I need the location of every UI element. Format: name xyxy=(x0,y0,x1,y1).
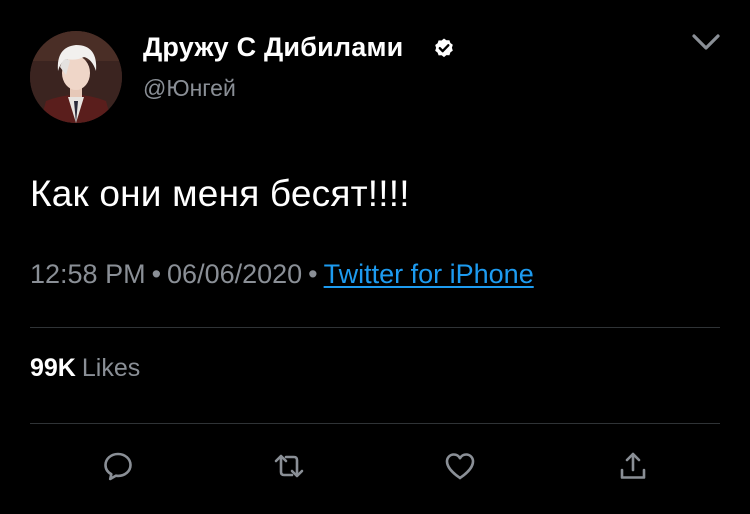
retweet-icon xyxy=(274,454,304,478)
share-icon xyxy=(620,452,646,479)
tweet-text: Как они меня бесят!!!! xyxy=(30,173,410,214)
divider xyxy=(30,423,720,424)
tweet-time: 12:58 PM xyxy=(30,259,146,289)
likes-count: 99K xyxy=(30,354,76,382)
meta-separator: • xyxy=(151,259,162,289)
verified-badge-icon xyxy=(435,38,453,58)
avatar-image xyxy=(30,31,122,123)
tweet-date: 06/06/2020 xyxy=(167,259,303,289)
like-button[interactable] xyxy=(442,448,478,484)
tweet-meta: 12:58 PM • 06/06/2020 • Twitter for iPhone xyxy=(30,259,534,290)
likes-label: Likes xyxy=(81,354,141,382)
tweet-detail: Дружу С Дибилами @Юнгей Как они меня бес… xyxy=(0,0,750,514)
likes-stat[interactable]: 99K Likes xyxy=(30,354,140,383)
heart-icon xyxy=(445,453,475,480)
reply-button[interactable] xyxy=(100,448,136,484)
share-button[interactable] xyxy=(615,448,651,484)
display-name[interactable]: Дружу С Дибилами xyxy=(143,32,403,63)
user-handle[interactable]: @Юнгей xyxy=(143,75,236,102)
chevron-down-icon[interactable] xyxy=(688,28,724,56)
retweet-button[interactable] xyxy=(271,448,307,484)
divider xyxy=(30,327,720,328)
meta-separator: • xyxy=(308,259,318,289)
avatar[interactable] xyxy=(30,31,122,123)
tweet-source-link[interactable]: Twitter for iPhone xyxy=(324,259,534,289)
reply-icon xyxy=(104,452,132,481)
